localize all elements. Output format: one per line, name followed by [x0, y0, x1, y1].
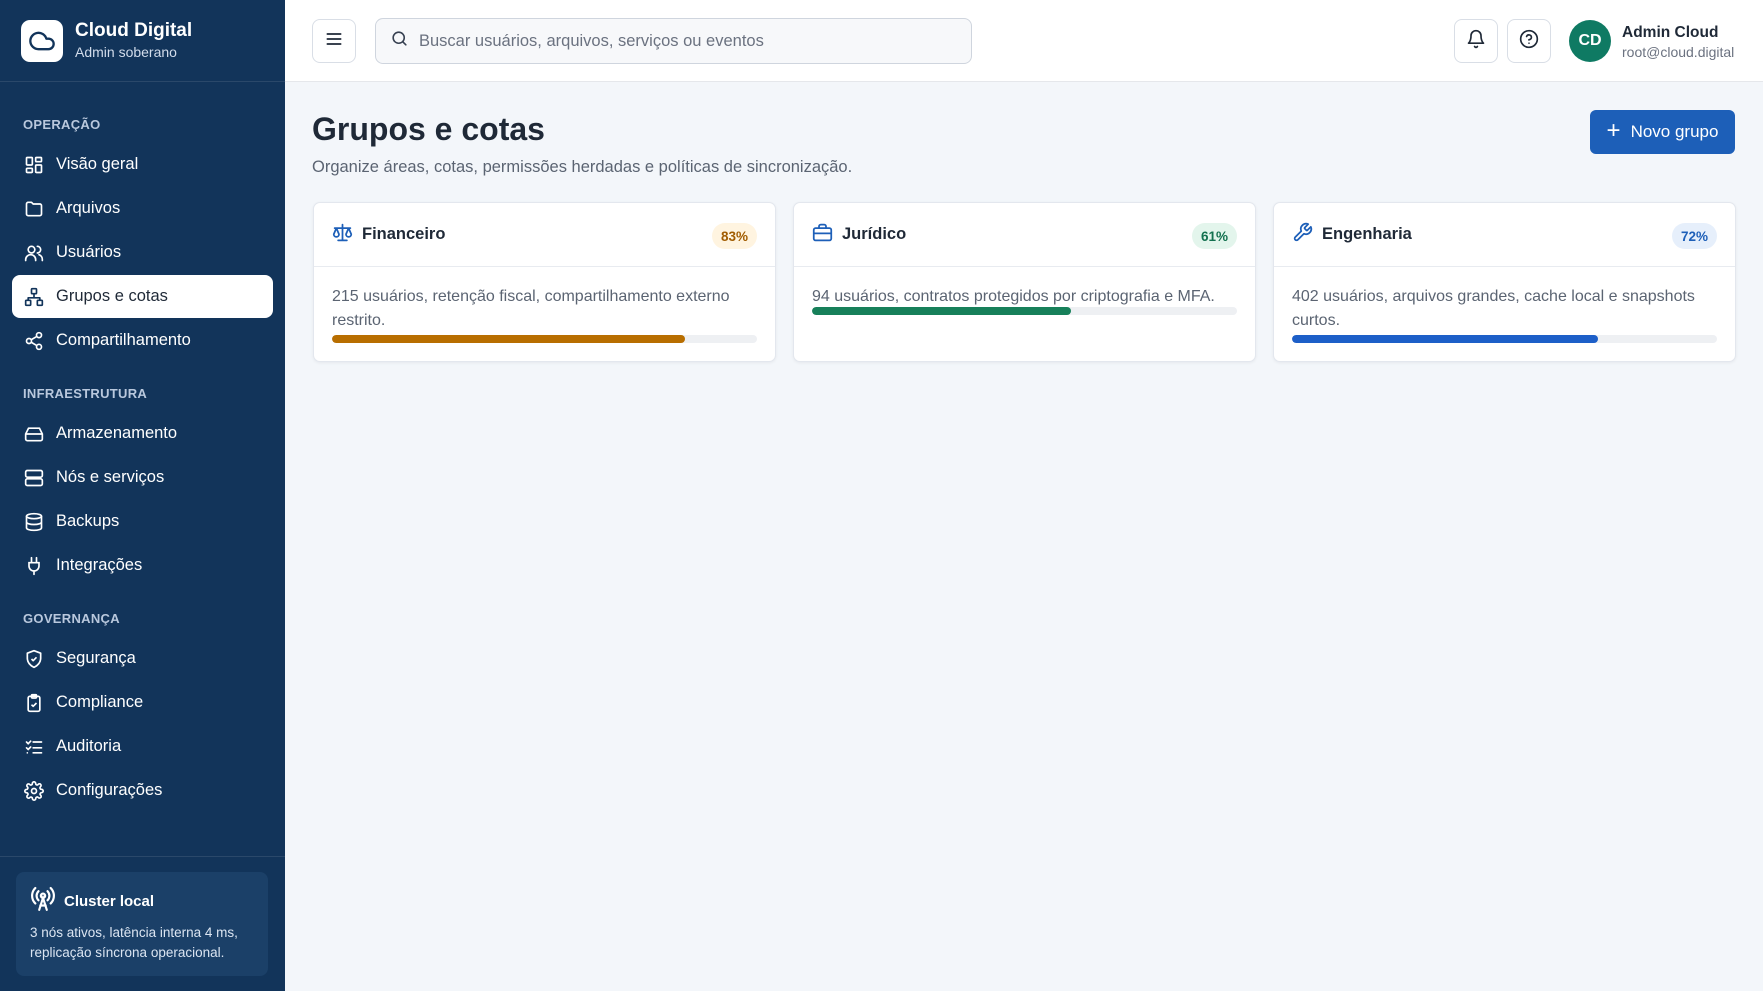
server-icon — [23, 467, 45, 489]
radio-tower-icon — [30, 886, 56, 917]
group-description: 215 usuários, retenção fiscal, compartil… — [332, 288, 730, 329]
help-circle-icon — [1519, 29, 1539, 54]
new-group-button[interactable]: + Novo grupo — [1590, 110, 1735, 154]
plus-icon: + — [1606, 117, 1621, 144]
sidebar-item-integracoes[interactable]: Integrações — [12, 544, 273, 587]
sidebar-item-seguranca[interactable]: Segurança — [12, 637, 273, 680]
plug-icon — [23, 555, 45, 577]
search-input[interactable] — [419, 31, 959, 51]
group-card-juridico[interactable]: Jurídico 61% 94 usuários, contratos prot… — [793, 202, 1256, 362]
sidebar-divider — [0, 856, 285, 857]
sidebar-item-usuarios[interactable]: Usuários — [12, 231, 273, 274]
sidebar-item-visao-geral[interactable]: Visão geral — [12, 143, 273, 186]
hamburger-icon — [324, 29, 344, 54]
brand-title: Cloud Digital — [75, 20, 193, 41]
sidebar-item-label: Backups — [56, 512, 120, 530]
group-card-financeiro[interactable]: Financeiro 83% 215 usuários, retenção fi… — [313, 202, 776, 362]
sidebar-item-armazenamento[interactable]: Armazenamento — [12, 412, 273, 455]
sidebar-item-label: Compliance — [56, 693, 144, 711]
dashboard-icon — [23, 154, 45, 176]
gear-icon — [23, 780, 45, 802]
sidebar-item-configuracoes[interactable]: Configurações — [12, 769, 273, 812]
usage-badge: 72% — [1671, 223, 1717, 249]
search-icon — [390, 29, 409, 53]
usage-progress-fill — [332, 335, 685, 343]
cluster-title: Cluster local — [64, 893, 155, 910]
sidebar-item-label: Visão geral — [56, 155, 139, 173]
group-name: Jurídico — [842, 225, 907, 243]
sidebar-item-label: Grupos e cotas — [56, 287, 168, 305]
section-label-operacao: OPERAÇÃO — [23, 116, 101, 132]
group-description: 94 usuários, contratos protegidos por cr… — [812, 288, 1215, 305]
users-icon — [23, 242, 45, 264]
group-name: Engenharia — [1322, 225, 1412, 243]
folder-icon — [23, 198, 45, 220]
network-icon — [23, 286, 45, 308]
usage-badge: 83% — [711, 223, 757, 249]
briefcase-icon — [812, 222, 833, 248]
hard-drive-icon — [23, 423, 45, 445]
group-card-engenharia[interactable]: Engenharia 72% 402 usuários, arquivos gr… — [1273, 202, 1736, 362]
sidebar-item-label: Usuários — [56, 243, 122, 261]
usage-progress-bar — [1292, 335, 1717, 343]
bell-icon — [1466, 29, 1486, 54]
usage-badge: 61% — [1191, 223, 1237, 249]
group-name: Financeiro — [362, 225, 446, 243]
sidebar: Cloud Digital Admin soberano OPERAÇÃO Vi… — [0, 0, 285, 991]
help-button[interactable] — [1507, 19, 1551, 63]
sidebar-item-label: Armazenamento — [56, 424, 178, 442]
section-label-infraestrutura: INFRAESTRUTURA — [23, 385, 148, 401]
share-icon — [23, 330, 45, 352]
new-group-button-label: Novo grupo — [1630, 122, 1719, 141]
usage-progress-bar — [812, 307, 1237, 315]
sidebar-item-label: Integrações — [56, 556, 143, 574]
search-bar[interactable] — [375, 18, 972, 64]
sidebar-item-grupos-e-cotas[interactable]: Grupos e cotas — [12, 275, 273, 318]
cluster-description: 3 nós ativos, latência interna 4 ms, rep… — [30, 925, 238, 960]
avatar[interactable]: CD — [1569, 20, 1611, 62]
sidebar-item-label: Nós e serviços — [56, 468, 165, 486]
user-email: root@cloud.digital — [1622, 44, 1735, 60]
scale-icon — [332, 222, 353, 248]
sidebar-item-label: Compartilhamento — [56, 331, 191, 349]
cluster-status-card: Cluster local 3 nós ativos, latência int… — [16, 872, 268, 976]
list-checks-icon — [23, 736, 45, 758]
sidebar-item-compliance[interactable]: Compliance — [12, 681, 273, 724]
page-title: Grupos e cotas — [312, 111, 545, 147]
database-icon — [23, 511, 45, 533]
menu-toggle-button[interactable] — [312, 19, 356, 63]
clipboard-check-icon — [23, 692, 45, 714]
brand-subtitle: Admin soberano — [75, 44, 177, 60]
group-description: 402 usuários, arquivos grandes, cache lo… — [1292, 288, 1695, 329]
sidebar-item-label: Configurações — [56, 781, 163, 799]
page-subtitle: Organize áreas, cotas, permissões herdad… — [312, 158, 853, 176]
usage-progress-bar — [332, 335, 757, 343]
sidebar-item-compartilhamento[interactable]: Compartilhamento — [12, 319, 273, 362]
sidebar-nav: OPERAÇÃO Visão geral Arquivos Usuários G… — [0, 82, 285, 812]
notifications-button[interactable] — [1454, 19, 1498, 63]
cloud-logo-icon — [21, 19, 63, 62]
brand[interactable]: Cloud Digital Admin soberano — [0, 0, 285, 82]
sidebar-item-label: Auditoria — [56, 737, 122, 755]
sidebar-item-nos-e-servicos[interactable]: Nós e serviços — [12, 456, 273, 499]
sidebar-item-label: Arquivos — [56, 199, 121, 217]
wrench-icon — [1292, 222, 1313, 248]
sidebar-item-auditoria[interactable]: Auditoria — [12, 725, 273, 768]
usage-progress-fill — [812, 307, 1072, 315]
topbar: CD Admin Cloud root@cloud.digital — [285, 0, 1763, 82]
user-name: Admin Cloud — [1622, 24, 1719, 41]
sidebar-item-label: Segurança — [56, 649, 136, 667]
usage-progress-fill — [1292, 335, 1598, 343]
sidebar-item-backups[interactable]: Backups — [12, 500, 273, 543]
sidebar-item-arquivos[interactable]: Arquivos — [12, 187, 273, 230]
section-label-governanca: GOVERNANÇA — [23, 610, 120, 626]
shield-icon — [23, 648, 45, 670]
